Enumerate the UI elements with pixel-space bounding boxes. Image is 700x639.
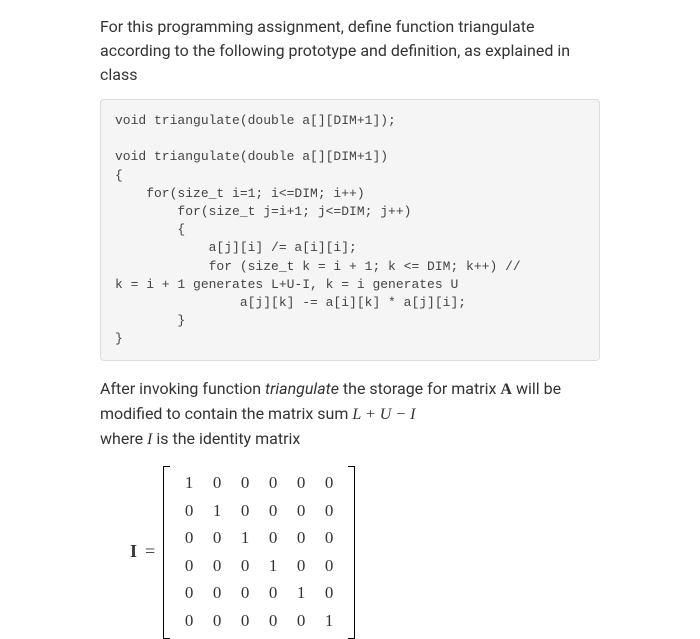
matrix-cell: 1 <box>315 608 343 634</box>
matrix-cell: 0 <box>175 525 203 551</box>
code-block: void triangulate(double a[][DIM+1]); voi… <box>100 99 600 361</box>
matrix-cell: 0 <box>315 580 343 606</box>
matrix-cell: 0 <box>315 553 343 579</box>
matrix-cell: 0 <box>259 580 287 606</box>
bracket-right <box>347 466 355 637</box>
matrix-equals: = <box>145 538 155 565</box>
matrix-cell: 0 <box>203 553 231 579</box>
matrix-cell: 0 <box>175 608 203 634</box>
intro-paragraph: For this programming assignment, define … <box>100 15 600 87</box>
matrix-cell: 0 <box>175 553 203 579</box>
where-text-2: is the identity matrix <box>152 429 300 448</box>
matrix-cell: 0 <box>231 608 259 634</box>
after-text-2: the storage for matrix <box>339 379 500 398</box>
matrix-cell: 0 <box>259 498 287 524</box>
matrix-sum: L + U − I <box>352 406 415 423</box>
matrix-grid: 100000010000001000000100000010000001 <box>171 466 347 637</box>
matrix-cell: 0 <box>315 498 343 524</box>
matrix-cell: 0 <box>287 498 315 524</box>
matrix-cell: 0 <box>231 498 259 524</box>
matrix-equation: I = 100000010000001000000100000010000001 <box>100 466 600 637</box>
matrix-cell: 0 <box>315 470 343 496</box>
matrix-cell: 0 <box>259 608 287 634</box>
matrix-cell: 0 <box>203 470 231 496</box>
matrix-cell: 1 <box>175 470 203 496</box>
matrix-cell: 1 <box>259 553 287 579</box>
matrix-cell: 0 <box>287 525 315 551</box>
matrix-cell: 0 <box>203 525 231 551</box>
matrix-cell: 1 <box>231 525 259 551</box>
matrix-cell: 0 <box>315 525 343 551</box>
matrix-cell: 0 <box>203 580 231 606</box>
matrix-cell: 0 <box>231 470 259 496</box>
after-paragraph: After invoking function triangulate the … <box>100 377 600 452</box>
matrix-cell: 0 <box>287 608 315 634</box>
matrix-cell: 1 <box>287 580 315 606</box>
where-text-1: where <box>100 429 147 448</box>
matrix-cell: 0 <box>231 553 259 579</box>
after-text-1: After invoking function <box>100 379 265 398</box>
matrix-A: A <box>500 381 512 398</box>
matrix-cell: 0 <box>231 580 259 606</box>
matrix-cell: 0 <box>287 470 315 496</box>
matrix-cell: 0 <box>175 498 203 524</box>
matrix-cell: 0 <box>175 580 203 606</box>
matrix-cell: 0 <box>259 470 287 496</box>
matrix-cell: 0 <box>203 608 231 634</box>
matrix-body: 100000010000001000000100000010000001 <box>163 466 355 637</box>
matrix-label: I <box>130 538 137 565</box>
matrix-cell: 1 <box>203 498 231 524</box>
function-name: triangulate <box>265 379 339 398</box>
matrix-cell: 0 <box>287 553 315 579</box>
bracket-left <box>163 466 171 637</box>
matrix-cell: 0 <box>259 525 287 551</box>
